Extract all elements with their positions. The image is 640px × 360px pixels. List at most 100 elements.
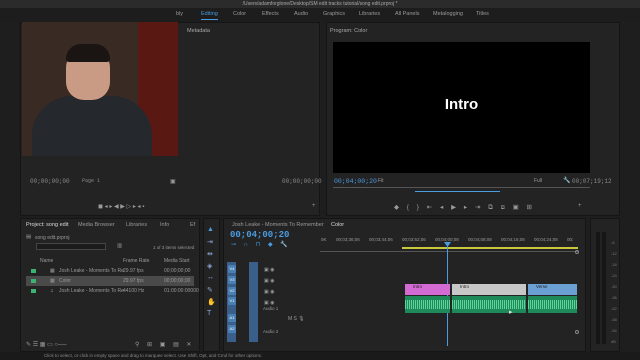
- workspace-tab-audio[interactable]: Audio: [294, 11, 308, 17]
- tab-sequence-josh[interactable]: Josh Leake - Moments To Remember: [232, 222, 324, 228]
- window-title: /Users/adamforglone/Desktop/SM edit trac…: [0, 0, 640, 8]
- clip-intro-grey[interactable]: Intro: [452, 284, 526, 295]
- source-timecode-right: 00;00;00;00: [282, 178, 322, 185]
- selection-tool-icon[interactable]: ▲: [207, 226, 214, 233]
- ripple-edit-tool-icon[interactable]: ⇹: [207, 250, 213, 258]
- column-name[interactable]: Name: [40, 256, 53, 266]
- track-select-tool-icon[interactable]: ⇥: [207, 238, 213, 246]
- track-scroll-handle[interactable]: [575, 250, 579, 254]
- pen-tool-icon[interactable]: ✎: [207, 286, 213, 294]
- timeline-tool-icons[interactable]: ⊸ ∩ ⊓ ◆ 🔧: [231, 241, 291, 248]
- clip-verse[interactable]: Verse: [528, 284, 577, 295]
- clip-intro-pink[interactable]: Intro: [405, 284, 450, 295]
- intro-overlay-text: Intro: [444, 96, 479, 113]
- ruler-label-6: 00;04;16;08: [501, 237, 525, 242]
- tab-libraries[interactable]: Libraries: [126, 222, 147, 228]
- workspace-tab-color[interactable]: Color: [233, 11, 246, 17]
- tab-info[interactable]: Info: [160, 222, 169, 228]
- sequence-icon: ▦: [50, 268, 55, 274]
- mic-icon[interactable]: M S 🎙: [288, 316, 305, 322]
- workspace-tab-assembly[interactable]: bly: [176, 11, 183, 17]
- timeline-timecode[interactable]: 00;04;00;20: [230, 230, 289, 240]
- workspace-tab-metalogging[interactable]: Metalogging: [433, 11, 463, 17]
- razor-tool-icon[interactable]: ◈: [207, 262, 212, 270]
- track-lock-eye-icons[interactable]: ▣ ◉ ▣ ◉ ▣ ◉ ▣ ◉: [264, 265, 274, 309]
- program-zoom-bar[interactable]: [415, 188, 500, 192]
- table-row[interactable]: ▦ Josh Leake - Moments To Re 29.97 fps 0…: [26, 266, 194, 276]
- label-color-swatch: [31, 289, 36, 293]
- workspace-bar: bly Editing Color Effects Audio Graphics…: [0, 8, 640, 22]
- ruler-label-7: 00;04;24;08: [534, 237, 558, 242]
- selection-info: 1 of 3 items selected: [153, 245, 195, 250]
- quality-dropdown[interactable]: Full: [534, 178, 542, 184]
- hand-tool-icon[interactable]: ✋: [207, 298, 216, 306]
- source-add-icon[interactable]: +: [312, 203, 316, 209]
- mouse-cursor-icon: ▸: [509, 309, 513, 316]
- slip-tool-icon[interactable]: ↔: [207, 274, 214, 281]
- project-search-input[interactable]: [36, 243, 106, 250]
- table-row[interactable]: ▦ Color 29.97 fps 00;00;00;00: [26, 276, 194, 286]
- status-bar: Click to select, or click in empty space…: [0, 352, 640, 360]
- project-bottom-icons[interactable]: ⚲ ⊞ ▣ ▤ ✕: [135, 341, 194, 348]
- project-filename: song edit.prproj: [35, 235, 70, 241]
- workspace-tab-effects[interactable]: Effects: [262, 11, 279, 17]
- source-timecode-left: 00;00;00;00: [30, 178, 70, 185]
- program-transport-controls[interactable]: ◆ { } ⇤ ◂ ▶ ▸ ⇥ ⧉ ⧈ ▣ ⊞: [394, 203, 535, 212]
- audio-2-label: Audio 2: [263, 329, 279, 334]
- metadata-tab[interactable]: Metadata: [187, 28, 210, 34]
- audio-clip[interactable]: [452, 296, 526, 313]
- tab-media-browser[interactable]: Media Browser: [78, 222, 115, 228]
- ruler-label-3: 00;03;52;06: [402, 237, 426, 242]
- workspace-tab-all-panels[interactable]: All Panels: [395, 11, 419, 17]
- audio-clip[interactable]: [528, 296, 577, 313]
- tab-project[interactable]: Project: song edit: [26, 222, 69, 228]
- program-viewer: Intro: [333, 42, 590, 173]
- column-media-start[interactable]: Media Start: [164, 256, 190, 266]
- sequence-icon: ▦: [50, 278, 55, 284]
- list-view-icon[interactable]: ✎ ☰ ▦ ▭ ○──: [26, 341, 67, 348]
- track-v1-label: V1: [228, 297, 236, 305]
- track-scroll-handle[interactable]: [575, 330, 579, 334]
- workspace-tab-editing[interactable]: Editing: [201, 11, 218, 20]
- track-v2-label: V2: [228, 287, 236, 295]
- wrench-icon[interactable]: 🔧: [563, 177, 570, 184]
- work-area-bar[interactable]: [402, 247, 578, 249]
- ruler-label-5: 00;04;08;08: [468, 237, 492, 242]
- label-color-swatch: [31, 279, 36, 283]
- tab-effects[interactable]: Ef: [190, 222, 195, 228]
- track-v4-label: V4: [228, 265, 236, 273]
- ruler-label-1: 00;03;36;06: [336, 237, 360, 242]
- program-timecode[interactable]: 00;04;00;20: [334, 178, 377, 185]
- track-a2-label: A2: [228, 325, 236, 333]
- ruler-label-8: 00;: [567, 237, 574, 242]
- safe-margins-icon[interactable]: ▣: [170, 178, 176, 185]
- program-add-icon[interactable]: +: [578, 203, 582, 209]
- project-header-row: Name Frame Rate Media Start: [26, 256, 194, 266]
- ruler-label-2: 00;03;44;06: [369, 237, 393, 242]
- source-mark-in-icon[interactable]: ◼ ◂ ▸ ◀ ▶ ▷ ▸ ◂ ▪: [98, 203, 144, 210]
- table-row[interactable]: ♫ Josh Leake - Moments To Re 44100 Hz 01…: [26, 286, 199, 296]
- track-v3-label: V3: [228, 276, 236, 284]
- webcam-video: [22, 22, 178, 156]
- audio-1-label: Audio 1: [263, 306, 279, 311]
- track-a1-label: A1: [228, 314, 236, 322]
- audio-file-icon: ♫: [50, 288, 54, 294]
- column-frame-rate[interactable]: Frame Rate: [123, 256, 149, 266]
- target-column[interactable]: [249, 262, 258, 342]
- source-page[interactable]: Page 1: [82, 178, 100, 184]
- label-color-swatch: [31, 269, 36, 273]
- type-tool-icon[interactable]: T: [207, 310, 211, 317]
- audio-clip[interactable]: [405, 296, 450, 313]
- new-bin-icon[interactable]: ▥: [117, 243, 122, 249]
- workspace-tab-titles[interactable]: Titles: [476, 11, 489, 17]
- fit-dropdown[interactable]: Fit: [378, 178, 384, 184]
- audio-meter-right: [602, 232, 606, 344]
- workspace-tab-graphics[interactable]: Graphics: [323, 11, 345, 17]
- tab-sequence-color[interactable]: Color: [331, 222, 344, 228]
- workspace-tab-libraries[interactable]: Libraries: [359, 11, 380, 17]
- ruler-label-0: 0K: [321, 237, 327, 242]
- project-file-icon: ▤: [26, 234, 32, 240]
- program-title[interactable]: Program: Color: [330, 28, 367, 34]
- program-duration: 00;07;19;12: [572, 178, 612, 185]
- ruler-label-4: 00;04;00;08: [435, 237, 459, 242]
